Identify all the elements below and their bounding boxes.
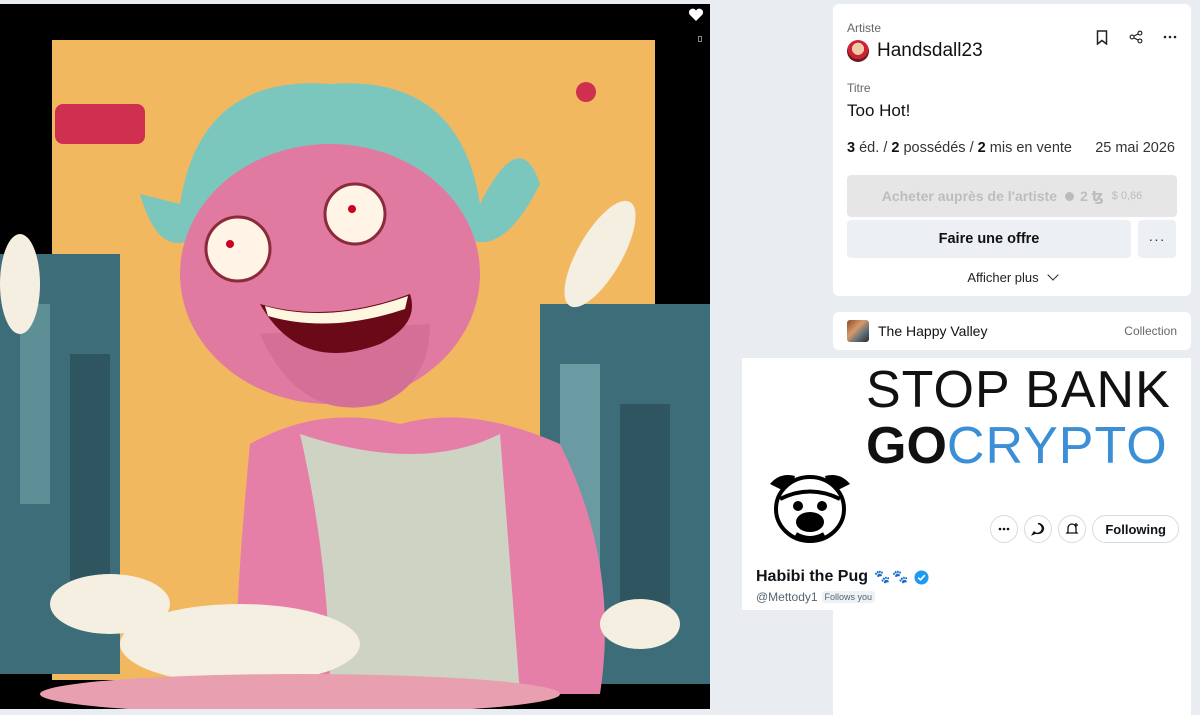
token-title: Too Hot! xyxy=(847,101,911,120)
buy-from-artist-button[interactable]: Acheter auprès de l'artiste 2 ꜩ $ 0,66 xyxy=(847,175,1177,217)
artist-name: Handsdall23 xyxy=(877,40,983,61)
artist-link[interactable]: Handsdall23 xyxy=(847,40,983,62)
verified-badge-icon xyxy=(914,569,929,585)
profile-banner: STOP BANK GOCRYPTO xyxy=(866,361,1171,475)
more-actions-button[interactable]: ··· xyxy=(1138,220,1176,258)
artwork-image xyxy=(0,4,710,709)
artist-label: Artiste xyxy=(847,21,882,35)
collection-name: The Happy Valley xyxy=(878,323,988,339)
collection-thumbnail xyxy=(847,320,869,342)
message-icon[interactable] xyxy=(1024,515,1053,543)
following-button[interactable]: Following xyxy=(1092,515,1179,543)
make-offer-button[interactable]: Faire une offre xyxy=(847,220,1131,258)
artwork-frame[interactable] xyxy=(0,4,710,709)
handle-row: @Mettody1 Follows you xyxy=(756,590,876,604)
share-icon[interactable] xyxy=(1129,28,1143,46)
collection-tag: Collection xyxy=(1124,324,1177,338)
blank-panel xyxy=(833,610,1191,715)
collection-link[interactable]: The Happy Valley Collection xyxy=(833,312,1191,350)
edition-stats: 3 éd. / 2 possédés / 2 mis en vente xyxy=(847,140,1072,156)
buy-price-usd: $ 0,66 xyxy=(1111,190,1143,202)
token-info-card: Artiste Handsdall23 Titre Too Hot! 3 éd.… xyxy=(833,4,1191,296)
pug-avatar[interactable] xyxy=(760,464,860,546)
profile-actions: Following xyxy=(990,515,1179,543)
bookmark-icon[interactable] xyxy=(1095,28,1109,46)
more-options-icon[interactable] xyxy=(1163,28,1177,46)
twitter-handle: @Mettody1 xyxy=(756,590,818,604)
display-name[interactable]: Habibi the Pug 🐾🐾 xyxy=(756,568,929,586)
show-more-toggle[interactable]: Afficher plus xyxy=(833,269,1191,285)
paws-emoji: 🐾🐾 xyxy=(874,569,911,584)
notification-bell-icon[interactable] xyxy=(1058,515,1087,543)
mint-date: 25 mai 2026 xyxy=(1095,140,1175,156)
tezos-coin-icon xyxy=(1065,191,1074,201)
chevron-down-icon xyxy=(1046,269,1059,281)
flag-icon[interactable] xyxy=(698,36,702,42)
follows-you-badge: Follows you xyxy=(821,591,876,603)
buy-price: 2 ꜩ xyxy=(1080,187,1104,204)
artist-avatar xyxy=(847,40,869,62)
twitter-profile-card: STOP BANK GOCRYPTO Following Habibi the … xyxy=(742,358,1191,610)
token-actions xyxy=(1095,28,1177,46)
more-icon[interactable] xyxy=(990,515,1019,543)
title-label: Titre xyxy=(847,81,871,95)
heart-icon[interactable] xyxy=(688,8,704,22)
